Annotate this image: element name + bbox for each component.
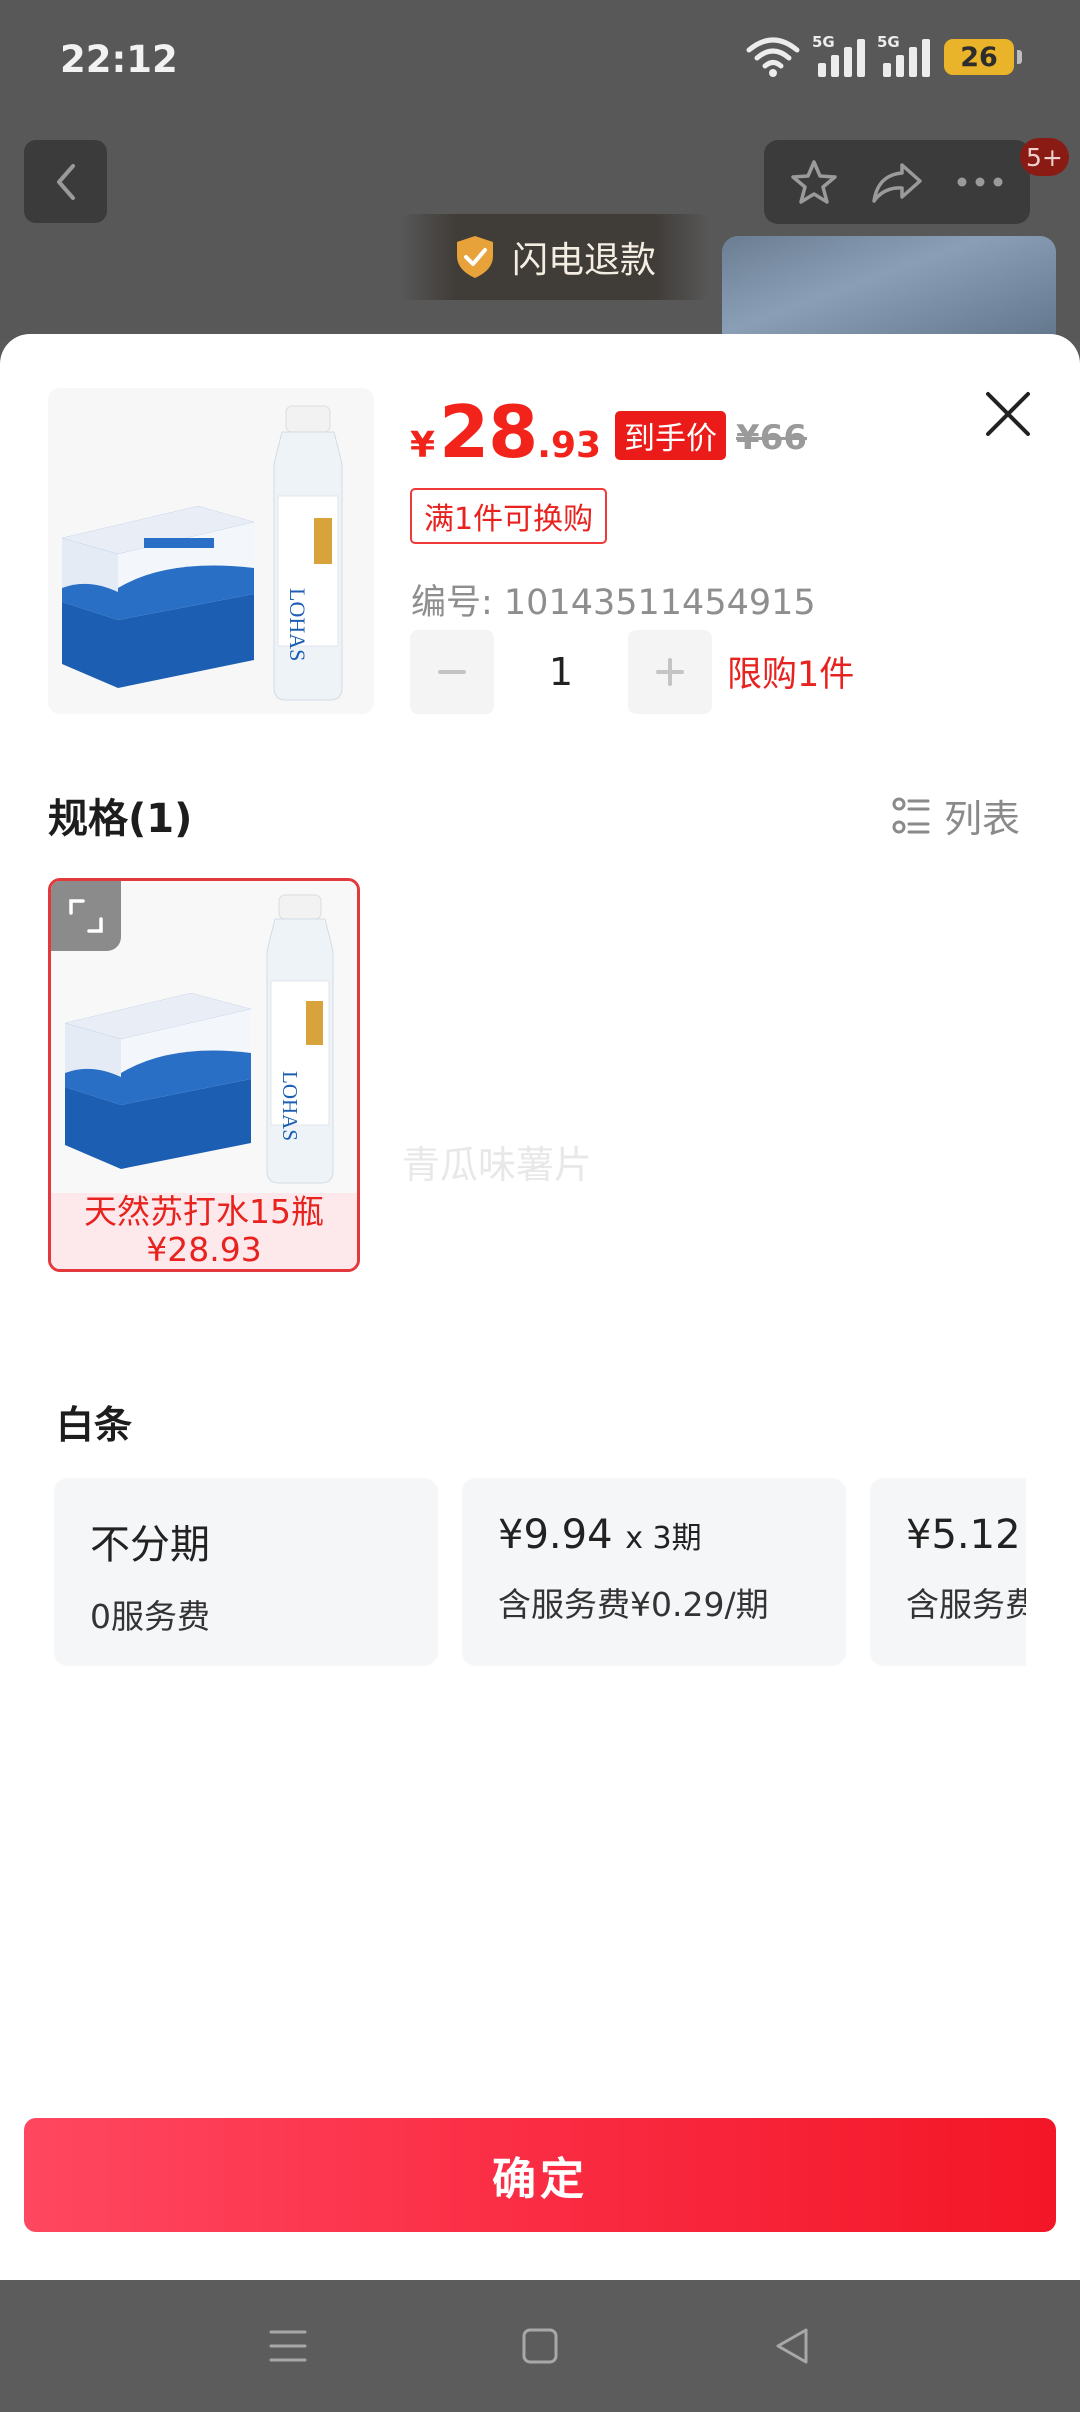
status-bar: 22:12 5G 5G 26 bbox=[0, 0, 1080, 122]
back-triangle-icon bbox=[776, 2328, 808, 2364]
status-time: 22:12 bbox=[60, 38, 178, 81]
refund-banner-text: 闪电退款 bbox=[511, 240, 656, 281]
installment-plan-none[interactable]: 不分期 0服务费 bbox=[54, 1478, 438, 1666]
expand-icon[interactable] bbox=[51, 881, 121, 951]
status-icons: 5G 5G 26 bbox=[746, 33, 1022, 78]
shield-check-icon bbox=[456, 236, 493, 278]
purchase-limit: 限购1件 bbox=[727, 655, 855, 695]
more-icon[interactable] bbox=[955, 175, 1005, 189]
currency-symbol: ¥ bbox=[410, 425, 436, 466]
product-illustration: LOHAS bbox=[62, 405, 343, 701]
expand-arrows-icon bbox=[69, 899, 103, 933]
system-nav-bar bbox=[0, 2280, 1080, 2412]
promo-tag[interactable]: 满1件可换购 bbox=[410, 488, 608, 544]
close-icon[interactable] bbox=[978, 384, 1038, 444]
share-icon[interactable] bbox=[870, 159, 924, 205]
spec-option-card[interactable]: LOHAS 天然苏打水15瓶 ¥28.93 bbox=[48, 878, 360, 1272]
confirm-button[interactable]: 确定 bbox=[24, 2118, 1056, 2232]
list-toggle-label: 列表 bbox=[944, 797, 1021, 841]
svg-text:LOHAS: LOHAS bbox=[285, 588, 310, 661]
svg-text:LOHAS: LOHAS bbox=[278, 1071, 302, 1141]
plan-main: 不分期 bbox=[90, 1522, 210, 1568]
refund-banner: 闪电退款 bbox=[400, 214, 710, 300]
final-price-tag: 到手价 bbox=[615, 411, 727, 460]
battery-level: 26 bbox=[960, 41, 998, 73]
chevron-left-icon bbox=[56, 163, 75, 200]
increase-button[interactable] bbox=[628, 630, 712, 714]
price-integer: 28 bbox=[439, 390, 538, 474]
top-action-group bbox=[764, 140, 1030, 224]
baitiao-title: 白条 bbox=[56, 1403, 133, 1447]
back-nav-button[interactable] bbox=[766, 2320, 818, 2372]
sku-number: 编号: 10143511454915 bbox=[411, 583, 816, 623]
decrease-button[interactable] bbox=[410, 630, 494, 714]
menu-nav-button[interactable] bbox=[262, 2320, 314, 2372]
original-price: ¥66 bbox=[736, 418, 808, 458]
spec-option-name: 天然苏打水15瓶 bbox=[84, 1192, 324, 1231]
list-view-toggle[interactable]: 列表 bbox=[892, 788, 1020, 843]
quantity-value[interactable]: 1 bbox=[494, 650, 628, 694]
spec-selection-sheet: LOHAS ¥ 28 .93 到手价 ¥66 满1件可换购 编号: 101435… bbox=[0, 334, 1080, 2280]
signal-icon: 5G bbox=[812, 33, 865, 77]
message-count-badge: 5+ bbox=[1020, 138, 1069, 176]
plan-amount: ¥5.12 bbox=[906, 1512, 1021, 1558]
price-row: ¥ 28 .93 到手价 ¥66 bbox=[410, 390, 807, 476]
spec-option-image: LOHAS bbox=[51, 881, 357, 1193]
minus-icon bbox=[438, 670, 466, 674]
wifi-icon bbox=[746, 37, 800, 77]
plan-main: ¥9.94 x 3期 bbox=[498, 1512, 810, 1558]
network-type-label-2: 5G bbox=[877, 33, 900, 51]
home-nav-button[interactable] bbox=[514, 2320, 566, 2372]
list-icon bbox=[892, 797, 930, 833]
spec-title: 规格(1) bbox=[48, 796, 193, 842]
menu-icon bbox=[269, 2330, 307, 2362]
screen: 22:12 5G 5G 26 闪电退款 5+ LOHAS ¥ 28 .93 到手… bbox=[0, 0, 1080, 2412]
background-page: 22:12 5G 5G 26 闪电退款 5+ bbox=[0, 0, 1080, 356]
spec-option-label: 天然苏打水15瓶 ¥28.93 bbox=[51, 1193, 357, 1269]
plus-icon bbox=[656, 658, 684, 686]
plan-main: ¥5.12 bbox=[906, 1512, 1026, 1558]
plan-sub: 0服务费 bbox=[90, 1597, 210, 1636]
plan-amount: ¥9.94 bbox=[498, 1512, 613, 1558]
installment-plans: 不分期 0服务费 ¥9.94 x 3期 含服务费¥0.29/期 ¥5.12 含服… bbox=[54, 1478, 1026, 1668]
product-image[interactable]: LOHAS bbox=[48, 388, 374, 714]
watermark: 青瓜味薯片 bbox=[402, 1143, 593, 1187]
installment-plan-6[interactable]: ¥5.12 含服务费 bbox=[870, 1478, 1026, 1666]
star-icon[interactable] bbox=[789, 157, 839, 207]
plan-periods: x 3期 bbox=[625, 1521, 702, 1556]
installment-plan-3[interactable]: ¥9.94 x 3期 含服务费¥0.29/期 bbox=[462, 1478, 846, 1666]
spec-option-price: ¥28.93 bbox=[146, 1230, 262, 1269]
home-square-icon bbox=[522, 2328, 558, 2364]
signal-icon-2: 5G bbox=[877, 33, 930, 77]
price-decimal: .93 bbox=[537, 425, 602, 466]
network-type-label: 5G bbox=[812, 33, 835, 51]
plan-sub: 含服务费 bbox=[906, 1585, 1026, 1624]
battery-icon: 26 bbox=[944, 39, 1022, 75]
quantity-stepper: 1 bbox=[410, 630, 712, 714]
back-button[interactable] bbox=[24, 140, 107, 223]
plan-sub: 含服务费¥0.29/期 bbox=[498, 1585, 769, 1624]
